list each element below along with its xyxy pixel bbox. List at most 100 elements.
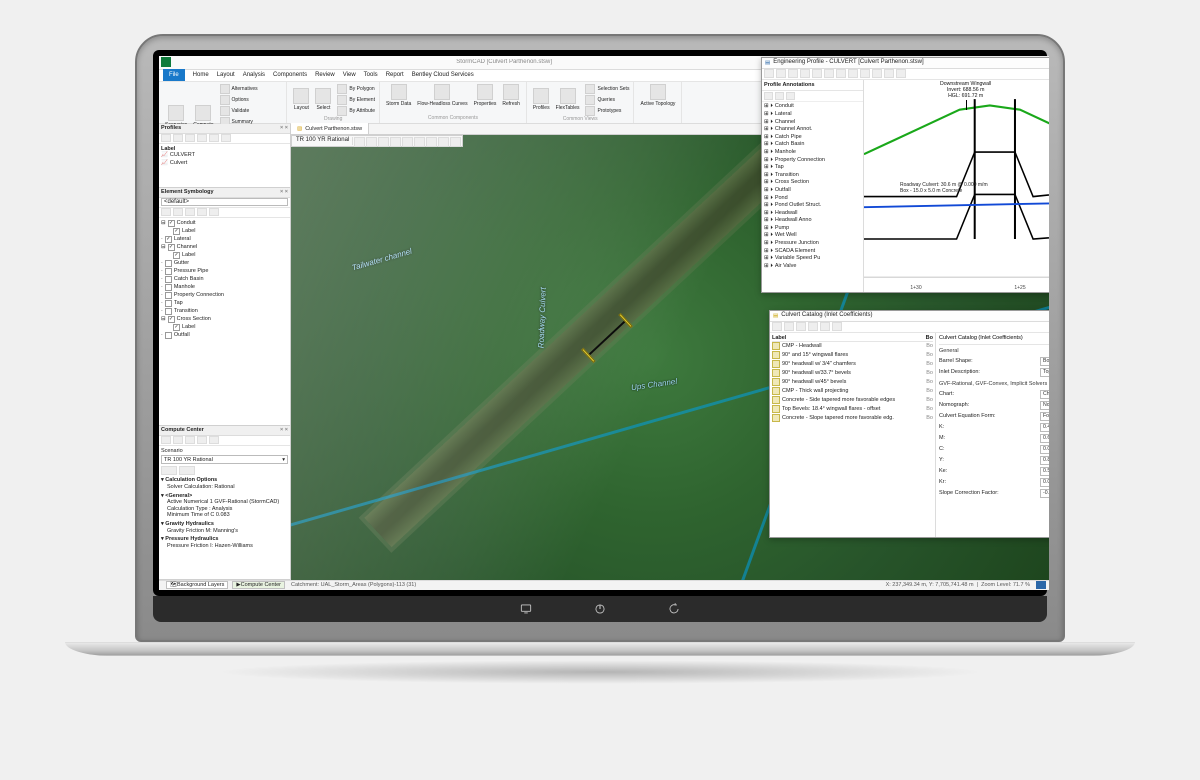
- tree-item[interactable]: ⊟✓ Channel: [161, 244, 288, 252]
- form-field[interactable]: 0.000: [1040, 478, 1049, 487]
- menu-view[interactable]: View: [343, 72, 356, 79]
- toolbar-button[interactable]: [786, 92, 795, 100]
- form-field[interactable]: Form 2▾: [1040, 412, 1049, 421]
- list-item[interactable]: 90° headwall w/45° bevelsBo: [772, 378, 933, 387]
- toolbar-button[interactable]: [161, 208, 171, 216]
- tree-item[interactable]: ⊞ 🞂 Conduit: [764, 103, 861, 111]
- tree-item[interactable]: ⊞ 🞂 Transition: [764, 172, 861, 180]
- document-tab[interactable]: ▧Culvert Parthenon.stsw: [291, 123, 369, 134]
- tree-item[interactable]: · Transition: [161, 308, 288, 316]
- form-field[interactable]: Chart 13▾: [1040, 390, 1049, 399]
- list-item[interactable]: 90° headwall w/ 3/4" chamfersBo: [772, 360, 933, 369]
- toolbar-button[interactable]: [366, 137, 377, 147]
- toolbar-button[interactable]: [800, 69, 810, 78]
- ribbon-button[interactable]: By Attribute: [337, 106, 375, 116]
- tree-item[interactable]: ⊟✓ Conduit: [161, 220, 288, 228]
- catalog-list[interactable]: LabelBo CMP - HeadwallBo90° and 15° wing…: [770, 333, 936, 537]
- list-item[interactable]: Top Bevels: 18.4° wingwall flares - offs…: [772, 405, 933, 414]
- toolbar-button[interactable]: [796, 322, 806, 331]
- tree-item[interactable]: ·✓ Lateral: [161, 236, 288, 244]
- menu-home[interactable]: Home: [193, 72, 209, 79]
- toolbar-button[interactable]: [390, 137, 401, 147]
- tree-item[interactable]: ⊞ 🞂 Property Connection: [764, 157, 861, 165]
- scenario-dropdown[interactable]: TR 100 YR Rational▾: [161, 455, 288, 464]
- tree-item[interactable]: ⊞ 🞂 Pump: [764, 225, 861, 233]
- ribbon-button[interactable]: Options: [220, 95, 283, 105]
- profile-item[interactable]: 📈 Culvert: [161, 160, 288, 168]
- ribbon-button[interactable]: Validate: [220, 106, 283, 116]
- tree-item[interactable]: ⊞ 🞂 Manhole: [764, 149, 861, 157]
- ribbon-button[interactable]: Refresh: [500, 84, 522, 107]
- tree-item[interactable]: · Outfall: [161, 332, 288, 340]
- compute-button[interactable]: [179, 466, 195, 475]
- profile-item[interactable]: 📈 CULVERT: [161, 152, 288, 160]
- toolbar-button[interactable]: [414, 137, 425, 147]
- form-field[interactable]: -0.500: [1040, 489, 1049, 498]
- toolbar-button[interactable]: [426, 137, 437, 147]
- toolbar-button[interactable]: [197, 436, 207, 444]
- ribbon-button[interactable]: Prototypes: [585, 106, 629, 116]
- toolbar-button[interactable]: [378, 137, 389, 147]
- toolbar-button[interactable]: [402, 137, 413, 147]
- tree-item[interactable]: ⊞ 🞂 Pond: [764, 195, 861, 203]
- tree-item[interactable]: ⊞ 🞂 Catch Pipe: [764, 134, 861, 142]
- toolbar-button[interactable]: [161, 436, 171, 444]
- menu-layout[interactable]: Layout: [217, 72, 235, 79]
- panel-close-icon[interactable]: × ×: [280, 189, 288, 196]
- profile-annotations-tree[interactable]: Profile Annotations ⊞ 🞂 Conduit⊞ 🞂 Later…: [762, 80, 864, 292]
- tree-item[interactable]: ⊞ 🞂 Pressure Junction: [764, 240, 861, 248]
- toolbar-button[interactable]: [185, 134, 195, 142]
- tree-item[interactable]: ⊟✓ Cross Section: [161, 316, 288, 324]
- tree-item[interactable]: ✓ Label: [161, 252, 288, 260]
- engineering-profile-window[interactable]: ▤ Engineering Profile - CULVERT [Culvert…: [761, 57, 1049, 293]
- tree-item[interactable]: · Tap: [161, 300, 288, 308]
- symbology-tree[interactable]: ⊟✓ Conduit✓ Label·✓ Lateral⊟✓ Channel✓ L…: [159, 218, 290, 342]
- form-field[interactable]: Nomograph 3▾: [1040, 401, 1049, 410]
- list-item[interactable]: Concrete - Slope tapered more favorable …: [772, 414, 933, 423]
- view-filter[interactable]: TR 100 YR Rational: [293, 137, 353, 145]
- toolbar-button[interactable]: [764, 92, 773, 100]
- menu-analysis[interactable]: Analysis: [243, 72, 265, 79]
- ribbon-button[interactable]: Queries: [585, 95, 629, 105]
- tree-item[interactable]: ⊞ 🞂 Variable Speed Pu: [764, 255, 861, 263]
- tree-item[interactable]: · Pressure Pipe: [161, 268, 288, 276]
- toolbar-button[interactable]: [884, 69, 894, 78]
- tree-item[interactable]: ⊞ 🞂 Cross Section: [764, 179, 861, 187]
- form-field[interactable]: 0.500: [1040, 467, 1049, 476]
- tree-item[interactable]: ⊞ 🞂 Channel: [764, 119, 861, 127]
- form-field[interactable]: 0.8870: [1040, 456, 1049, 465]
- toolbar-button[interactable]: [209, 436, 219, 444]
- list-item[interactable]: CMP - Thick wall projectingBo: [772, 387, 933, 396]
- toolbar-button[interactable]: [860, 69, 870, 78]
- tree-item[interactable]: ⊞ 🞂 Channel Annot.: [764, 126, 861, 134]
- ribbon-button[interactable]: Properties: [472, 84, 499, 107]
- panel-close-icon[interactable]: × ×: [280, 125, 288, 132]
- list-item[interactable]: 90° and 15° wingwall flaresBo: [772, 351, 933, 360]
- symbology-dropdown[interactable]: <default>: [161, 198, 288, 206]
- tree-item[interactable]: · Gutter: [161, 260, 288, 268]
- toolbar-button[interactable]: [161, 134, 171, 142]
- toolbar-button[interactable]: [836, 69, 846, 78]
- tree-item[interactable]: ⊞ 🞂 Tap: [764, 164, 861, 172]
- toolbar-button[interactable]: [173, 208, 183, 216]
- toolbar-button[interactable]: [824, 69, 834, 78]
- menu-report[interactable]: Report: [386, 72, 404, 79]
- toolbar-button[interactable]: [812, 69, 822, 78]
- panel-close-icon[interactable]: × ×: [280, 427, 288, 434]
- tree-item[interactable]: ⊞ 🞂 Lateral: [764, 111, 861, 119]
- toolbar-button[interactable]: [450, 137, 461, 147]
- ribbon-button[interactable]: Alternatives: [220, 84, 283, 94]
- tree-item[interactable]: · Property Connection: [161, 292, 288, 300]
- ribbon-button[interactable]: By Polygon: [337, 84, 375, 94]
- background-layers-button[interactable]: 🗺 Background Layers: [166, 581, 228, 589]
- toolbar-button[interactable]: [209, 208, 219, 216]
- menu-tools[interactable]: Tools: [364, 72, 378, 79]
- tree-item[interactable]: ⊞ 🞂 Outfall: [764, 187, 861, 195]
- list-item[interactable]: 90° headwall w/33.7° bevelsBo: [772, 369, 933, 378]
- ribbon-button[interactable]: Profiles: [531, 88, 552, 111]
- toolbar-button[interactable]: [173, 436, 183, 444]
- ribbon-button[interactable]: Layout: [291, 88, 311, 111]
- toolbar-button[interactable]: [772, 322, 782, 331]
- toolbar-button[interactable]: [832, 322, 842, 331]
- toolbar-button[interactable]: [185, 208, 195, 216]
